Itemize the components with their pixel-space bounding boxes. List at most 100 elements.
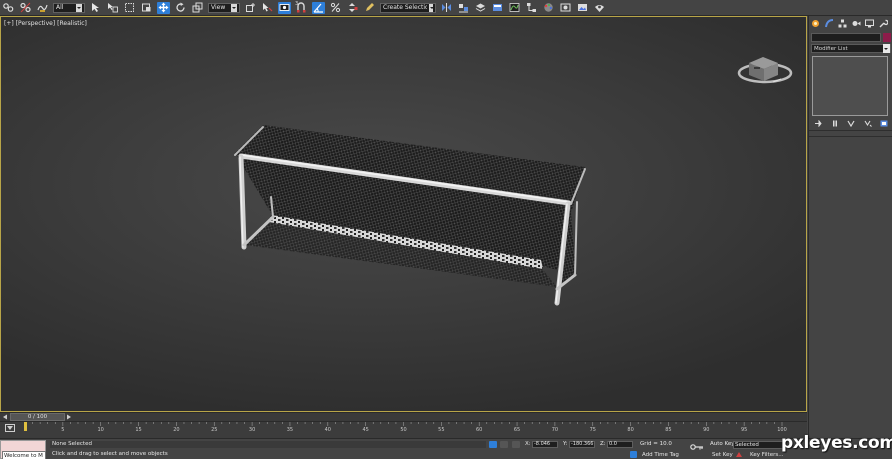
spinner-snap-icon[interactable] [346,2,359,14]
object-color-swatch[interactable] [883,33,891,42]
z-coordinate-field[interactable]: 0.0 [607,441,633,448]
modifier-list-label: Modifier List [814,45,848,52]
key-filters-button[interactable]: Key Filters... [750,452,783,458]
reference-coordinate-value: View [211,4,226,11]
bind-spacewarp-icon[interactable] [36,2,49,14]
track-tick-label: 75 [589,427,596,433]
material-editor-icon[interactable] [542,2,555,14]
angle-snap-icon[interactable] [312,1,325,14]
panel-divider [809,130,892,131]
hierarchy-tab-icon[interactable] [837,18,849,29]
maxscript-listener[interactable]: Welcome to M [0,440,46,459]
key-set-dropdown[interactable]: Selected [733,441,785,449]
absolute-mode-icon[interactable] [512,441,520,448]
snap-dimension-label: 3 [295,0,299,7]
previous-frame-icon[interactable] [2,414,8,420]
chevron-down-icon [883,44,890,53]
x-coordinate-field[interactable]: -8.046 [532,441,558,448]
maxscript-welcome-field[interactable]: Welcome to M [2,451,46,459]
track-tick-label: 65 [513,427,521,433]
configure-sets-icon[interactable] [878,119,890,127]
reference-coordinate-dropdown[interactable]: View [208,2,240,13]
remove-modifier-icon[interactable] [862,119,874,127]
selection-status: None Selected [50,441,486,448]
y-coordinate-field[interactable]: -180.366 [569,441,595,448]
select-manipulate-icon[interactable] [261,2,274,14]
modifier-stack[interactable] [812,56,888,116]
time-slider-thumb[interactable]: 0 / 100 [10,413,65,421]
track-tick-label: 5 [61,427,65,433]
snap-toggle-icon[interactable]: 3 [295,0,308,14]
track-tick-label: 30 [248,427,256,433]
unlink-icon[interactable] [19,2,32,14]
track-tick-label: 25 [211,427,218,433]
track-bar[interactable]: 5 10 15 20 25 30 35 40 45 50 55 60 65 70 75 80 85 90 95 100 [0,421,807,438]
chevron-down-icon [76,3,82,12]
track-tick-label: 70 [551,427,559,433]
track-tick-label: 60 [476,427,483,433]
perspective-viewport[interactable]: [+] [Perspective] [Realistic] [0,16,807,412]
window-crossing-icon[interactable] [140,2,153,14]
isolate-selection-button[interactable] [489,441,497,448]
prompt-line: Click and drag to select and move object… [52,451,168,457]
select-link-icon[interactable] [2,2,15,14]
pivot-center-icon[interactable] [244,2,257,14]
grid-size-label: Grid = 10.0 [640,441,672,447]
select-rotate-icon[interactable] [174,2,187,14]
modify-tab-icon[interactable] [824,18,836,29]
y-label: Y: [563,441,568,447]
render-setup-icon[interactable] [559,2,572,14]
track-tick-label: 50 [400,427,407,433]
graphite-ribbon-icon[interactable] [491,2,504,14]
select-scale-icon[interactable] [191,2,204,14]
track-tick-label: 55 [438,427,445,433]
layer-manager-icon[interactable] [474,2,487,14]
scene-render [234,57,793,306]
selection-filter-dropdown[interactable]: All [53,2,85,13]
keyboard-shortcut-override-icon[interactable] [278,1,291,14]
display-tab-icon[interactable] [864,18,876,29]
pin-stack-icon[interactable] [812,119,824,127]
track-tick-label: 90 [703,427,710,433]
create-tab-icon[interactable] [810,18,822,29]
modifier-list-dropdown[interactable]: Modifier List [811,44,891,53]
object-name-row [811,33,891,42]
curve-editor-icon[interactable] [508,2,521,14]
command-panel-tabs [809,16,892,30]
next-frame-icon[interactable] [66,414,72,420]
schematic-view-icon[interactable] [525,2,538,14]
select-object-icon[interactable] [89,2,102,14]
mirror-icon[interactable] [440,2,453,14]
add-time-tag-button[interactable]: Add Time Tag [642,452,679,458]
rendered-frame-icon[interactable] [576,2,589,14]
object-name-field[interactable] [811,33,881,42]
select-move-icon[interactable] [157,1,170,14]
time-tag-icon[interactable] [630,451,637,458]
utilities-tab-icon[interactable] [878,18,890,29]
select-by-name-icon[interactable] [106,2,119,14]
track-tick-label: 10 [97,427,104,433]
render-icon[interactable] [593,2,606,14]
track-tick-label: 40 [324,427,331,433]
z-label: Z: [600,441,606,447]
show-end-result-icon[interactable] [829,119,841,127]
motion-tab-icon[interactable] [851,18,863,29]
viewcube-icon[interactable] [737,57,793,84]
rect-selection-icon[interactable] [123,2,136,14]
percent-snap-icon[interactable] [329,2,342,14]
stack-tools [812,119,890,127]
current-frame-marker[interactable] [24,422,27,431]
align-icon[interactable] [457,2,470,14]
time-slider[interactable]: 0 / 100 [0,412,807,421]
selection-lock-icon[interactable] [500,441,508,448]
main-toolbar: All View 3 Create Selection Se [0,0,892,16]
named-selection-dropdown[interactable]: Create Selection Se [380,2,436,13]
selection-filter-value: All [56,4,64,11]
set-key-icon[interactable] [735,451,743,458]
make-unique-icon[interactable] [845,119,857,127]
set-key-button[interactable]: Set Key [712,452,733,458]
auto-key-button[interactable]: Auto Key [710,441,735,447]
edit-named-sel-icon[interactable] [363,2,376,14]
goal-net [235,125,585,287]
key-mode-icon[interactable] [690,443,704,451]
